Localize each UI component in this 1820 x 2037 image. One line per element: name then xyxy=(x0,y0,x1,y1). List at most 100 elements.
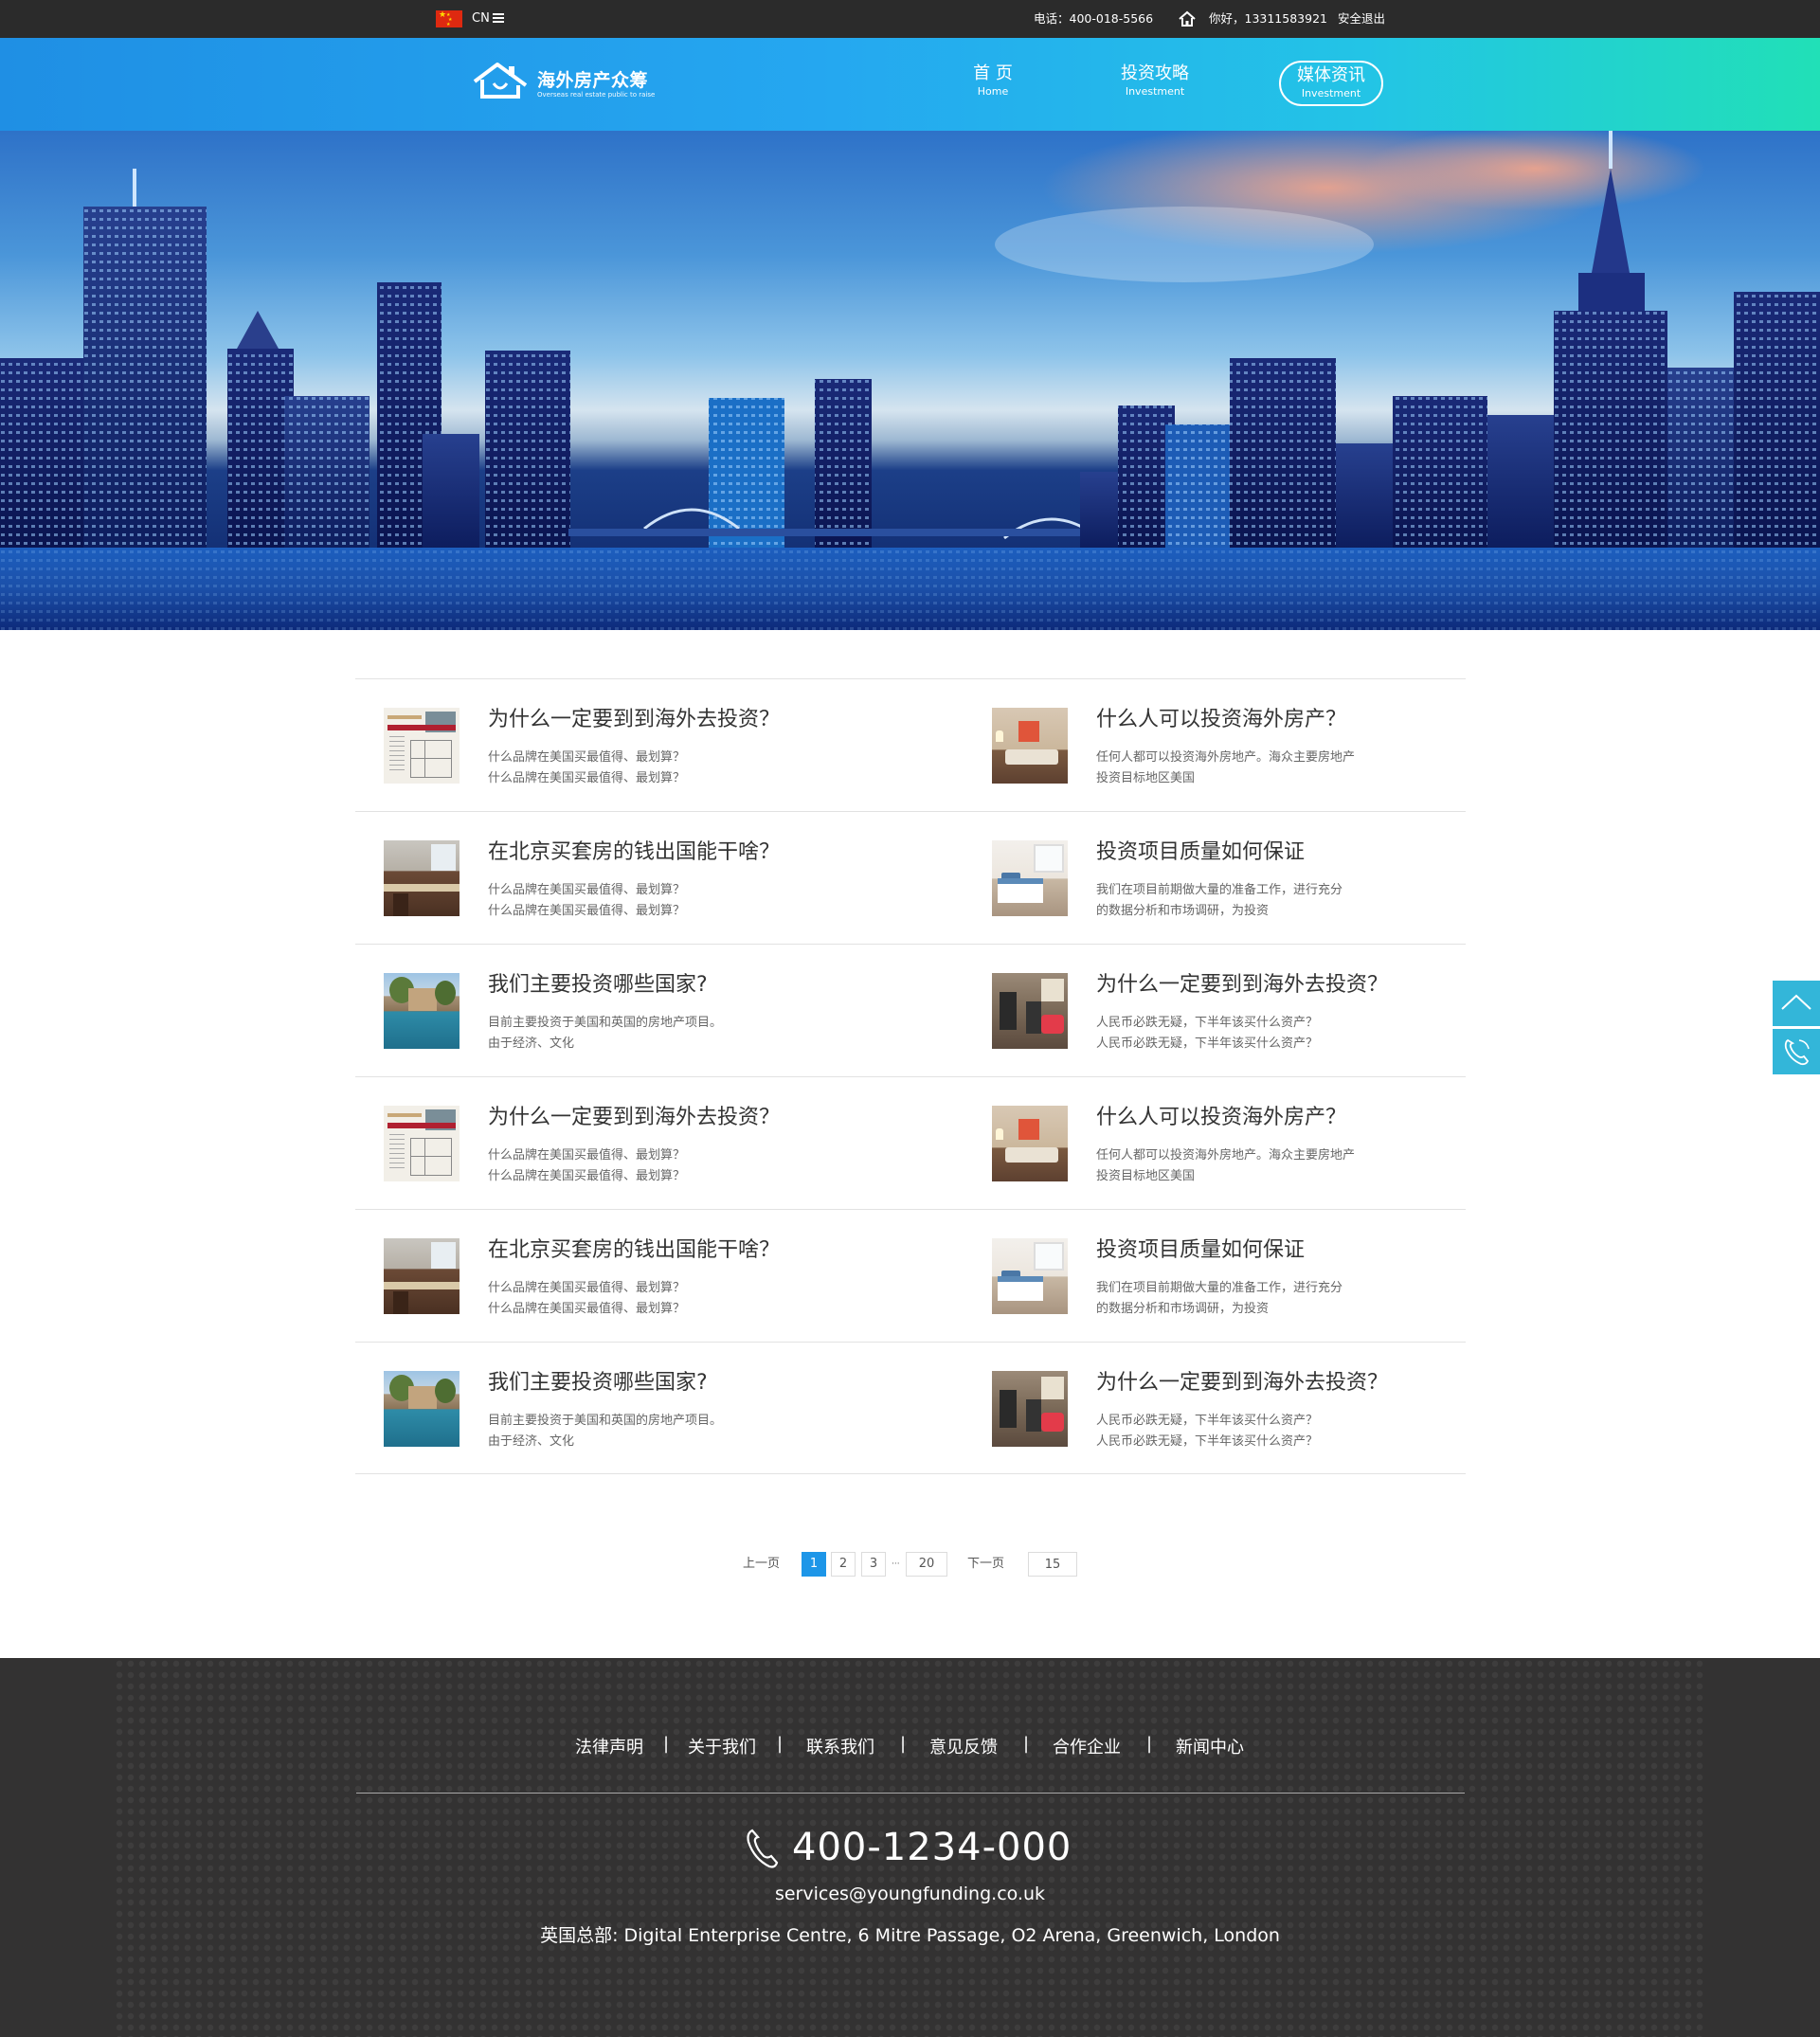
nav-media[interactable]: 媒体资讯 Investment xyxy=(1279,61,1383,106)
article-summary: 目前主要投资于美国和英国的房地产项目。 由于经济、文化 xyxy=(488,1013,810,1055)
article-thumbnail[interactable] xyxy=(992,840,1068,916)
article-summary: 人民币必跌无疑，下半年该买什么资产？ 人民币必跌无疑，下半年该买什么资产？ xyxy=(1096,1411,1418,1452)
article-summary-line: 我们在项目前期做大量的准备工作，进行充分 xyxy=(1096,883,1343,897)
article-title[interactable]: 投资项目质量如何保证 xyxy=(1096,1236,1305,1265)
article-summary-line: 什么品牌在美国买最值得、最划算？ xyxy=(488,904,686,918)
article-summary-line: 什么品牌在美国买最值得、最划算？ xyxy=(488,1302,686,1316)
logo-subtitle: Overseas real estate public to raise xyxy=(537,91,656,99)
article-summary: 什么品牌在美国买最值得、最划算？ 什么品牌在美国买最值得、最划算？ xyxy=(488,1278,810,1320)
article-thumbnail[interactable] xyxy=(992,1106,1068,1181)
article-summary: 目前主要投资于美国和英国的房地产项目。 由于经济、文化 xyxy=(488,1411,810,1452)
article-summary-line: 的数据分析和市场调研，为投资 xyxy=(1096,1302,1270,1316)
nav-investment-en: Investment xyxy=(1125,85,1185,98)
top-bar: ★ ★ ★ ★ CN 电话：400-018-5566 你好，13311583921 安… xyxy=(0,0,1820,38)
article-summary-line: 投资目标地区美国 xyxy=(1096,771,1196,785)
article-title[interactable]: 在北京买套房的钱出国能干啥？ xyxy=(488,1236,780,1265)
article-thumbnail[interactable] xyxy=(384,1106,460,1181)
footer-link-legal[interactable]: 法律声明 xyxy=(575,1734,643,1758)
footer-separator: | xyxy=(777,1734,784,1754)
article-summary: 任何人都可以投资海外房地产。海众主要房地产 投资目标地区美国 xyxy=(1096,748,1418,789)
home-icon[interactable] xyxy=(1177,9,1198,29)
phone-icon xyxy=(747,1829,779,1868)
article-title[interactable]: 我们主要投资哪些国家? xyxy=(488,1369,708,1397)
footer-separator: | xyxy=(1023,1734,1030,1754)
article-item[interactable]: 为什么一定要到到海外去投资？ 什么品牌在美国买最值得、最划算？ 什么品牌在美国买最值… xyxy=(384,679,914,812)
menu-icon[interactable] xyxy=(493,13,504,23)
article-summary: 任何人都可以投资海外房地产。海众主要房地产 投资目标地区美国 xyxy=(1096,1145,1418,1187)
user-greeting[interactable]: 你好，13311583921 xyxy=(1209,10,1327,27)
article-item[interactable]: 在北京买套房的钱出国能干啥？ 什么品牌在美国买最值得、最划算？ 什么品牌在美国买最值… xyxy=(384,812,914,945)
article-thumbnail[interactable] xyxy=(384,973,460,1049)
article-summary-line: 的数据分析和市场调研，为投资 xyxy=(1096,904,1270,918)
article-item[interactable]: 我们主要投资哪些国家? 目前主要投资于美国和英国的房地产项目。 由于经济、文化 xyxy=(384,1343,914,1475)
article-title[interactable]: 为什么一定要到到海外去投资？ xyxy=(1096,1369,1388,1397)
footer-email[interactable]: services@youngfunding.co.uk xyxy=(0,1882,1820,1906)
nav-media-cn: 媒体资讯 xyxy=(1297,65,1365,85)
article-thumbnail[interactable] xyxy=(992,1371,1068,1447)
article-title[interactable]: 投资项目质量如何保证 xyxy=(1096,838,1305,867)
article-thumbnail[interactable] xyxy=(384,1238,460,1314)
article-thumbnail[interactable] xyxy=(384,1371,460,1447)
article-item[interactable]: 为什么一定要到到海外去投资？ 人民币必跌无疑，下半年该买什么资产？ 人民币必跌无疑，… xyxy=(992,1343,1523,1475)
prev-page-link[interactable]: 上一页 xyxy=(743,1552,780,1577)
pagination: 上一页 1 2 3 ··· 20 下一页 xyxy=(0,1552,1820,1577)
article-row: 在北京买套房的钱出国能干啥？ 什么品牌在美国买最值得、最划算？ 什么品牌在美国买最值… xyxy=(355,811,1466,944)
article-summary-line: 目前主要投资于美国和英国的房地产项目。 xyxy=(488,1414,723,1428)
article-item[interactable]: 投资项目质量如何保证 我们在项目前期做大量的准备工作，进行充分 的数据分析和市场调研… xyxy=(992,1210,1523,1343)
footer-link-news[interactable]: 新闻中心 xyxy=(1176,1734,1244,1758)
china-flag-icon[interactable]: ★ ★ ★ ★ xyxy=(436,10,462,27)
page-3-button[interactable]: 3 xyxy=(861,1552,886,1577)
footer-link-feedback[interactable]: 意见反馈 xyxy=(929,1734,998,1758)
next-page-link[interactable]: 下一页 xyxy=(967,1552,1004,1577)
article-summary-line: 什么品牌在美国买最值得、最划算？ xyxy=(488,1281,686,1295)
logo-house-icon xyxy=(473,63,528,99)
footer-phone-number[interactable]: 400-1234-000 xyxy=(792,1821,1072,1874)
article-thumbnail[interactable] xyxy=(992,973,1068,1049)
footer-link-partners[interactable]: 合作企业 xyxy=(1053,1734,1121,1758)
article-title[interactable]: 在北京买套房的钱出国能干啥？ xyxy=(488,838,780,867)
article-summary-line: 目前主要投资于美国和英国的房地产项目。 xyxy=(488,1016,723,1030)
article-item[interactable]: 投资项目质量如何保证我们在项目前期做大量的准备工作，进行充分 的数据分析和市场调研… xyxy=(992,812,1523,945)
article-summary: 什么品牌在美国买最值得、最划算？ 什么品牌在美国买最值得、最划算？ xyxy=(488,880,810,922)
footer-address: 英国总部: Digital Enterprise Centre, 6 Mitre… xyxy=(540,1925,1280,1946)
article-title[interactable]: 为什么一定要到到海外去投资？ xyxy=(1096,971,1388,1000)
nav-investment[interactable]: 投资攻略 Investment xyxy=(1098,63,1212,108)
article-item[interactable]: 为什么一定要到到海外去投资？ 什么品牌在美国买最值得、最划算？ 什么品牌在美国买最值… xyxy=(384,1077,914,1210)
article-thumbnail[interactable] xyxy=(992,1238,1068,1314)
footer-link-contact[interactable]: 联系我们 xyxy=(806,1734,874,1758)
article-title[interactable]: 为什么一定要到到海外去投资？ xyxy=(488,706,780,734)
scroll-top-button[interactable] xyxy=(1773,981,1820,1026)
article-item[interactable]: 我们主要投资哪些国家? 目前主要投资于美国和英国的房地产项目。 由于经济、文化 xyxy=(384,945,914,1077)
call-button[interactable] xyxy=(1773,1029,1820,1074)
language-label[interactable]: CN xyxy=(472,10,490,27)
footer-separator: | xyxy=(663,1734,670,1754)
article-row: 在北京买套房的钱出国能干啥？ 什么品牌在美国买最值得、最划算？ 什么品牌在美国买最值… xyxy=(355,1209,1466,1342)
page-1-button[interactable]: 1 xyxy=(802,1552,826,1577)
footer-links: 法律声明 | 关于我们 | 联系我们 | 意见反馈 | 合作企业 | 新闻中心 xyxy=(0,1734,1820,1762)
article-item[interactable]: 为什么一定要到到海外去投资？ 人民币必跌无疑，下半年该买什么资产？ 人民币必跌无疑，… xyxy=(992,945,1523,1077)
article-title[interactable]: 什么人可以投资海外房产？ xyxy=(1096,706,1346,734)
nav-home[interactable]: 首 页 Home xyxy=(936,63,1050,108)
nav-investment-cn: 投资攻略 xyxy=(1121,63,1189,83)
article-title[interactable]: 我们主要投资哪些国家? xyxy=(488,971,708,1000)
logo-title: 海外房产众筹 xyxy=(537,70,649,91)
article-row: 我们主要投资哪些国家? 目前主要投资于美国和英国的房地产项目。 由于经济、文化 为什么… xyxy=(355,1342,1466,1474)
article-summary-line: 任何人都可以投资海外房地产。海众主要房地产 xyxy=(1096,1148,1356,1163)
article-title[interactable]: 为什么一定要到到海外去投资？ xyxy=(488,1104,780,1132)
main-nav: 海外房产众筹 Overseas real estate public to ra… xyxy=(0,38,1820,131)
article-summary-line: 什么品牌在美国买最值得、最划算？ xyxy=(488,883,686,897)
article-thumbnail[interactable] xyxy=(384,708,460,784)
article-title[interactable]: 什么人可以投资海外房产？ xyxy=(1096,1104,1346,1132)
article-item[interactable]: 什么人可以投资海外房产？ 任何人都可以投资海外房地产。海众主要房地产 投资目标地区美… xyxy=(992,1077,1523,1210)
article-item[interactable]: 什么人可以投资海外房产？ 任何人都可以投资海外房地产。海众主要房地产 投资目标地区美… xyxy=(992,679,1523,812)
footer-link-about[interactable]: 关于我们 xyxy=(688,1734,756,1758)
article-thumbnail[interactable] xyxy=(992,708,1068,784)
article-summary-line: 人民币必跌无疑，下半年该买什么资产？ xyxy=(1096,1434,1319,1449)
page-last-button[interactable]: 20 xyxy=(906,1552,947,1577)
page-2-button[interactable]: 2 xyxy=(831,1552,856,1577)
page-jump-input[interactable] xyxy=(1028,1552,1077,1577)
site-logo[interactable]: 海外房产众筹 Overseas real estate public to ra… xyxy=(471,59,655,112)
logout-link[interactable]: 安全退出 xyxy=(1338,10,1385,27)
article-item[interactable]: 在北京买套房的钱出国能干啥？ 什么品牌在美国买最值得、最划算？ 什么品牌在美国买最值… xyxy=(384,1210,914,1343)
article-thumbnail[interactable] xyxy=(384,840,460,916)
